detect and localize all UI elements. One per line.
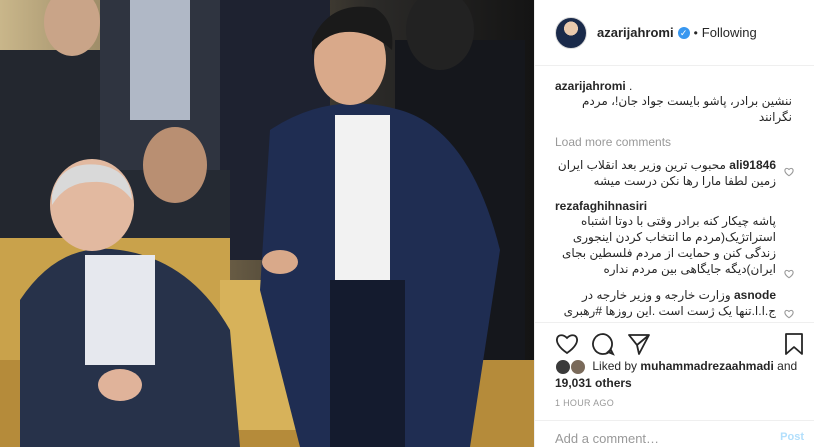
photo-illustration [0,0,534,447]
header-username[interactable]: azarijahromi [597,25,674,40]
comment-item: ali91846 محبوب ترین وزیر بعد انقلاب ایرا… [555,157,794,189]
comment-username[interactable]: rezafaghihnasiri [555,199,776,213]
separator-dot: • [693,25,698,40]
heart-icon[interactable] [555,332,579,356]
heart-icon[interactable] [784,269,794,279]
post-sidebar: azarijahromi ✓ • Following azarijahromi … [534,0,814,447]
post-timestamp[interactable]: 1 HOUR AGO [555,398,614,408]
comment-username[interactable]: asnode [734,288,776,302]
comment-text: پاشه چیکار کنه برادر وقتی با دوتا اشتباه… [562,214,776,276]
comment-item: rezafaghihnasiri پاشه چیکار کنه برادر وق… [555,199,794,279]
likes-summary: Liked by muhammadrezaahmadi and 19,031 o… [555,358,814,391]
instagram-post: azarijahromi ✓ • Following azarijahromi … [0,0,814,447]
avatar[interactable] [555,16,587,49]
caption-text: ننشین برادر، پاشو بایست جواد جان!، مردم … [581,94,792,124]
comments-section: azarijahromi . ننشین برادر، پاشو بایست ج… [535,67,814,322]
caption-username[interactable]: azarijahromi [555,79,626,93]
post-button[interactable]: Post [780,431,804,443]
bookmark-icon[interactable] [784,332,804,356]
following-button[interactable]: Following [702,25,757,40]
action-bar [535,322,814,360]
load-more-comments-link[interactable]: Load more comments [555,135,792,149]
comment-username[interactable]: ali91846 [729,158,776,172]
caption-username-suffix: . [629,79,633,93]
post-photo[interactable] [0,0,534,447]
likes-and: and [777,359,798,373]
add-comment-bar: Add a comment… Post [535,420,814,447]
liked-by-prefix: Liked by [592,359,638,373]
comment-icon[interactable] [591,332,615,356]
add-comment-input[interactable]: Add a comment… [555,431,659,446]
heart-icon[interactable] [784,167,794,177]
liker-avatar [570,358,587,375]
comment-item: asnode وزارت خارجه و وزیر خارجه در ج.ا.ا… [555,287,794,322]
liker-avatar [555,358,571,375]
post-header: azarijahromi ✓ • Following [535,0,814,66]
heart-icon[interactable] [784,309,794,319]
liker-username[interactable]: muhammadrezaahmadi [640,359,773,373]
caption: azarijahromi . ننشین برادر، پاشو بایست ج… [555,79,792,125]
likes-count[interactable]: 19,031 others [555,376,632,390]
share-icon[interactable] [627,332,651,356]
verified-badge-icon: ✓ [677,26,690,39]
